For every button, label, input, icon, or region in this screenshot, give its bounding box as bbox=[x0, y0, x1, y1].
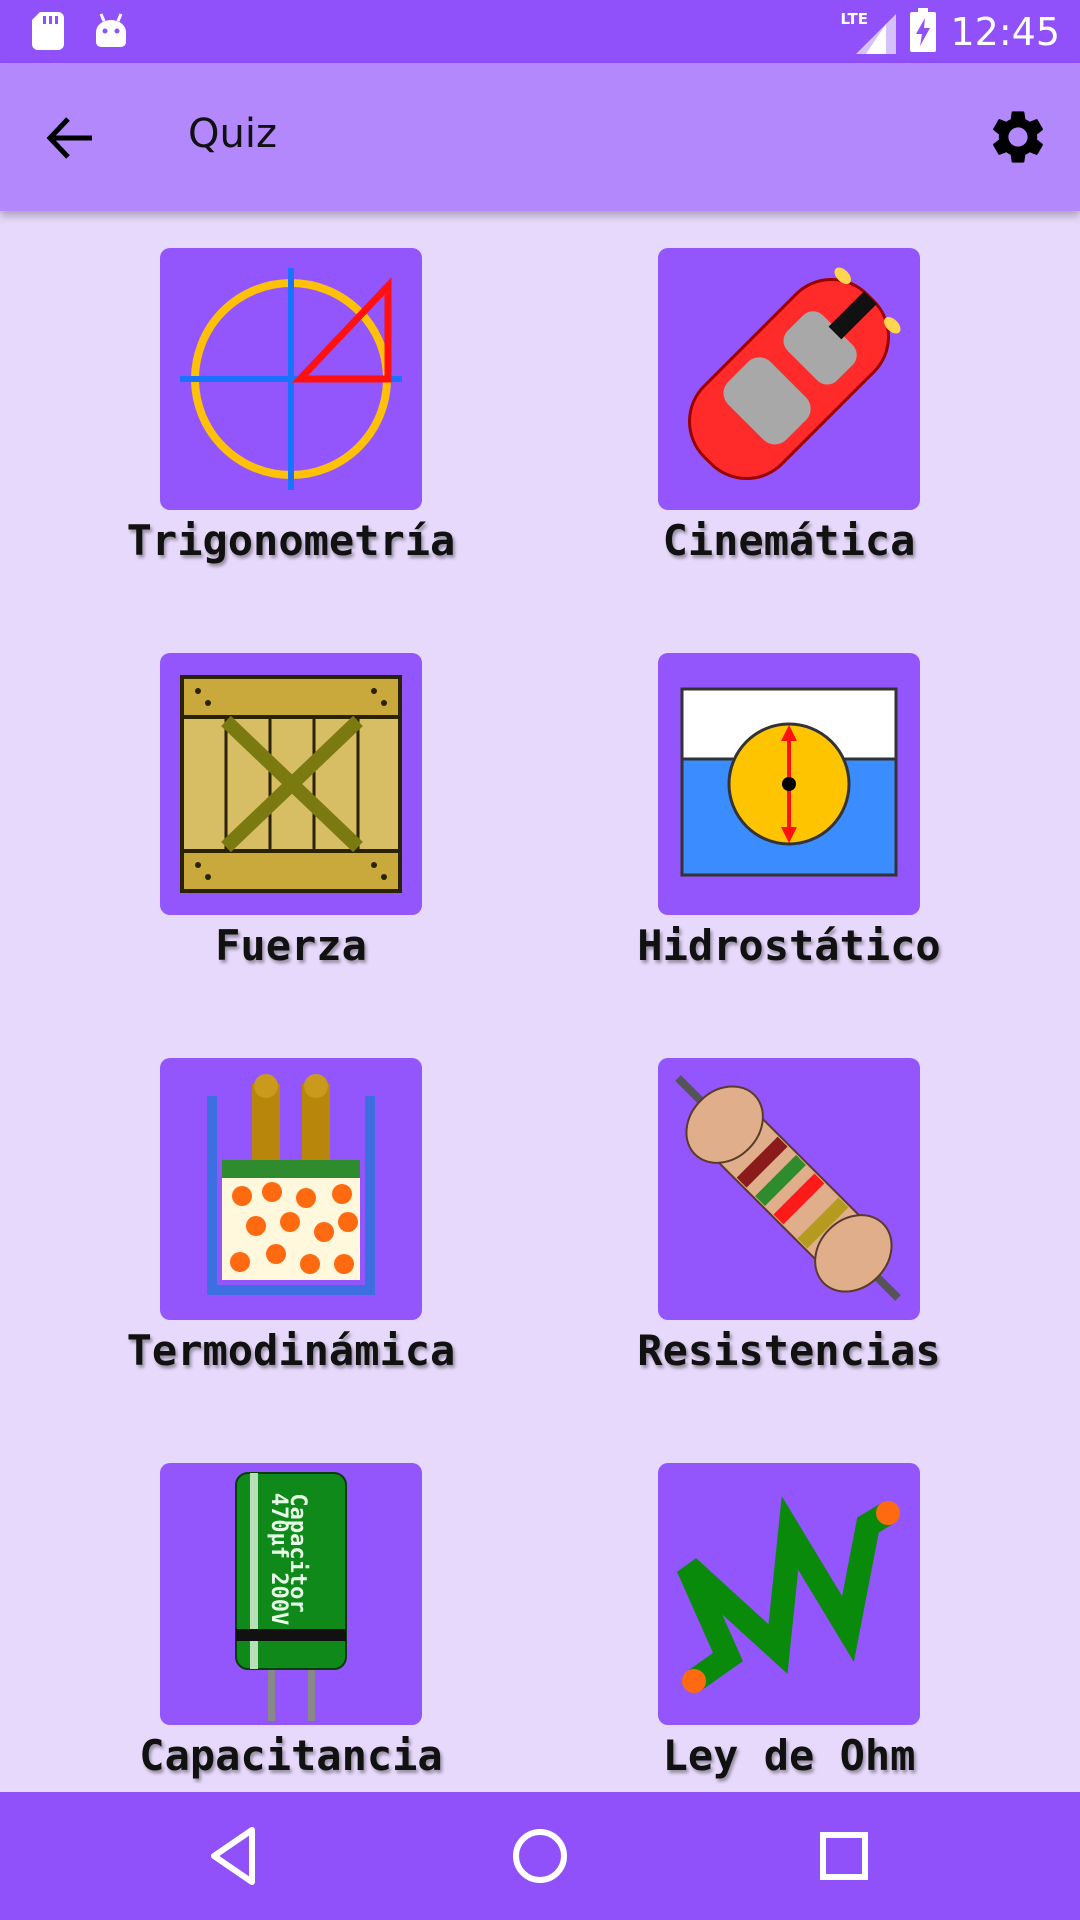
topic-tile-fuerza[interactable]: Fuerza bbox=[71, 653, 511, 970]
page-title: Quiz bbox=[188, 111, 277, 157]
svg-text:470µf 200V: 470µf 200V bbox=[266, 1493, 291, 1625]
crate-icon bbox=[160, 653, 422, 915]
topic-tile-cinematica[interactable]: Cinemática bbox=[569, 248, 1009, 565]
nav-home-button[interactable] bbox=[506, 1822, 574, 1890]
topic-tile-resistencias[interactable]: Resistencias bbox=[569, 1058, 1009, 1375]
app-bar: Quiz bbox=[0, 63, 1080, 211]
piston-gas-icon bbox=[160, 1058, 422, 1320]
topic-tile-hidrostatico[interactable]: Hidrostático bbox=[569, 653, 1009, 970]
nav-back-button[interactable] bbox=[202, 1822, 270, 1890]
android-icon bbox=[94, 12, 128, 54]
topic-label: Capacitancia bbox=[139, 1731, 443, 1780]
topic-label: Hidrostático bbox=[637, 921, 941, 970]
topic-label: Trigonometría bbox=[126, 516, 456, 565]
topic-tile-ley-de-ohm[interactable]: Ley de Ohm bbox=[569, 1463, 1009, 1780]
nav-recents-button[interactable] bbox=[810, 1822, 878, 1890]
topic-tile-capacitancia[interactable]: Capacitor 470µf 200V Capacitancia bbox=[71, 1463, 511, 1780]
back-button[interactable] bbox=[40, 107, 102, 169]
zigzag-resistor-icon bbox=[658, 1463, 920, 1725]
navigation-bar bbox=[0, 1792, 1080, 1920]
battery-charging-icon bbox=[910, 8, 937, 56]
topic-label: Cinemática bbox=[662, 516, 916, 565]
status-bar: LTE 12:45 bbox=[0, 0, 1080, 63]
trigonometry-icon bbox=[160, 248, 422, 510]
topic-label: Fuerza bbox=[215, 921, 367, 970]
topic-label: Resistencias bbox=[637, 1326, 941, 1375]
car-icon bbox=[658, 248, 920, 510]
topic-tile-trigonometria[interactable]: Trigonometría bbox=[71, 248, 511, 565]
topic-label: Ley de Ohm bbox=[662, 1731, 916, 1780]
nav-back-icon bbox=[211, 1827, 255, 1885]
nav-recents-icon bbox=[820, 1832, 868, 1880]
resistor-icon bbox=[658, 1058, 920, 1320]
gear-icon bbox=[993, 111, 1043, 163]
buoyancy-icon bbox=[658, 653, 920, 915]
settings-button[interactable] bbox=[986, 105, 1050, 169]
status-time: 12:45 bbox=[950, 10, 1060, 54]
topic-tile-termodinamica[interactable]: Termodinámica bbox=[71, 1058, 511, 1375]
nav-home-icon bbox=[513, 1829, 567, 1883]
topic-grid: Trigonometría Cinemática Fuerza Hidrostá… bbox=[0, 211, 1080, 1791]
sd-card-icon bbox=[32, 12, 64, 54]
network-type-label: LTE bbox=[840, 10, 869, 28]
lte-signal-icon: LTE bbox=[840, 10, 897, 54]
topic-label: Termodinámica bbox=[126, 1326, 456, 1375]
arrow-back-icon bbox=[46, 117, 92, 159]
capacitor-icon: Capacitor 470µf 200V bbox=[160, 1463, 422, 1725]
